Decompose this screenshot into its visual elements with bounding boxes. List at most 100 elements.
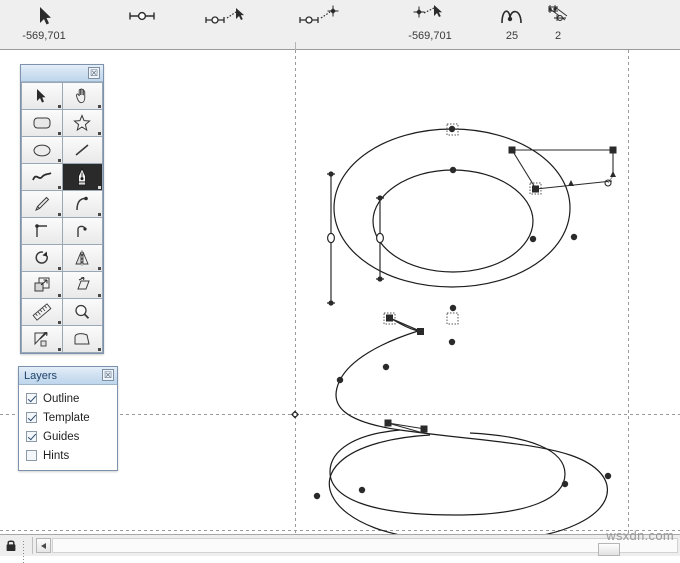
lower-bowl-inner [329, 429, 566, 516]
layers-panel-titlebar: Layers ☒ [19, 367, 117, 385]
tool-hook-tool[interactable] [62, 218, 102, 244]
tool-mirror-tool[interactable] [62, 245, 102, 271]
checkbox-hints[interactable] [26, 450, 37, 461]
duplicate-squares-icon [34, 277, 50, 292]
handle-knob [508, 146, 516, 154]
tool-knife-tool[interactable] [22, 191, 62, 217]
node-point [448, 338, 456, 346]
vertical-tangent-bar-left[interactable] [327, 171, 336, 306]
layer-item-guides[interactable]: Guides [19, 427, 117, 446]
node-point [529, 235, 537, 243]
tool-corner-marker [57, 321, 61, 324]
handle-knob [386, 314, 393, 322]
toolbar-item-node-coordinate-tool[interactable]: -569,701 [398, 2, 462, 48]
vertical-tangent-bar-inner[interactable] [376, 195, 385, 282]
tool-skew-tool[interactable] [62, 272, 102, 298]
handle-knob [420, 425, 428, 433]
wave-curve-icon [31, 172, 52, 181]
checkbox-outline[interactable] [26, 393, 37, 404]
toolbar-separator [295, 42, 296, 50]
layer-item-template[interactable]: Template [19, 408, 117, 427]
tool-corner-marker [98, 105, 101, 108]
tool-ellipse-tool[interactable] [22, 137, 62, 163]
node-cluster-icon [526, 2, 590, 30]
horizontal-scrollbar-thumb[interactable] [598, 543, 620, 556]
tool-pen-nib-tool[interactable] [62, 164, 102, 190]
horizontal-scrollbar-track[interactable] [52, 538, 678, 556]
tool-star-tool[interactable] [62, 110, 102, 136]
ruler-icon [32, 303, 52, 321]
node-point [449, 304, 457, 312]
arrow-cursor-icon [37, 89, 46, 103]
pen-nib-icon [78, 167, 87, 186]
tool-measure-ruler-tool[interactable] [22, 299, 62, 325]
tool-corner-marker [98, 186, 101, 189]
tool-duplicate-tool[interactable] [22, 272, 62, 298]
scroll-left-arrow-icon[interactable] [36, 538, 51, 553]
toolbar-item-segment-node-tool[interactable] [290, 2, 354, 48]
layer-item-hints[interactable]: Hints [19, 446, 117, 465]
layer-label-template: Template [43, 411, 90, 424]
toolbar-item-pointer-coordinate-tool[interactable]: -569,701 [12, 2, 76, 48]
hand-icon [76, 88, 86, 104]
tool-grid [21, 82, 103, 353]
handle-arrow [610, 171, 616, 177]
toolbar-label-node-coordinate: -569,701 [408, 30, 452, 42]
node-point [448, 125, 456, 133]
handle-line [511, 149, 537, 190]
tool-freehand-curve-tool[interactable] [22, 164, 62, 190]
tool-corner-marker [98, 348, 101, 351]
skew-icon [77, 277, 90, 290]
tool-corner-marker [57, 105, 61, 108]
tool-corner-marker [57, 186, 61, 189]
ellipse-icon [33, 144, 51, 156]
tool-corner-marker [57, 159, 61, 162]
magnifier-icon [75, 304, 90, 319]
tool-corner-marker [57, 294, 61, 297]
tool-select-arrow-tool[interactable] [22, 83, 62, 109]
layers-panel-title: Layers [24, 370, 58, 382]
layers-panel[interactable]: Layers ☒ Outline Template Guides Hints [18, 366, 118, 471]
toolbar-item-segment-tool[interactable] [110, 2, 174, 48]
tool-corner-marker [98, 267, 101, 270]
line-icon [75, 144, 89, 156]
node-point [604, 472, 612, 480]
node-segment-cursor-icon [196, 2, 260, 30]
node-segment-node-icon [290, 2, 354, 30]
layer-label-guides: Guides [43, 430, 80, 443]
node-point [570, 233, 578, 241]
tool-line-tool[interactable] [62, 137, 102, 163]
upper-bowl-outer [333, 128, 571, 288]
drag-grip[interactable] [22, 540, 27, 563]
tool-rectangle-tool[interactable] [22, 110, 62, 136]
watermark-text: wsxdn.com [606, 528, 674, 543]
tool-arc-tool[interactable] [62, 191, 102, 217]
close-icon[interactable]: ☒ [102, 369, 114, 381]
upper-bowl-inner [372, 169, 534, 273]
node-point [358, 486, 366, 494]
close-icon[interactable]: ☒ [88, 67, 100, 79]
tool-palette-titlebar: ☒ [21, 65, 103, 82]
checkbox-guides[interactable] [26, 431, 37, 442]
selected-nodes[interactable] [383, 123, 542, 325]
toolbar-label-pointer-coordinate: -569,701 [22, 30, 66, 42]
toolbar-item-segment-select-tool[interactable] [196, 2, 260, 48]
glyph-outline-paths [328, 128, 608, 534]
lock-icon[interactable] [5, 539, 17, 552]
handle-knob [532, 185, 539, 193]
layer-item-outline[interactable]: Outline [19, 389, 117, 408]
knife-icon [34, 196, 49, 211]
tool-palette[interactable]: ☒ [20, 64, 104, 354]
tool-rotate-tool[interactable] [22, 245, 62, 271]
tool-scale-tool[interactable] [22, 326, 62, 352]
handle-knob [384, 419, 392, 427]
tool-corner-marker [98, 132, 101, 135]
toolbar-item-node-count-tool[interactable]: 2 [526, 2, 590, 48]
handle-line [535, 180, 613, 190]
tool-shape-fill-tool[interactable] [62, 326, 102, 352]
tool-corner-marker [57, 132, 61, 135]
tool-corner-tool[interactable] [22, 218, 62, 244]
checkbox-template[interactable] [26, 412, 37, 423]
tool-zoom-magnifier-tool[interactable] [62, 299, 102, 325]
tool-pan-hand-tool[interactable] [62, 83, 102, 109]
